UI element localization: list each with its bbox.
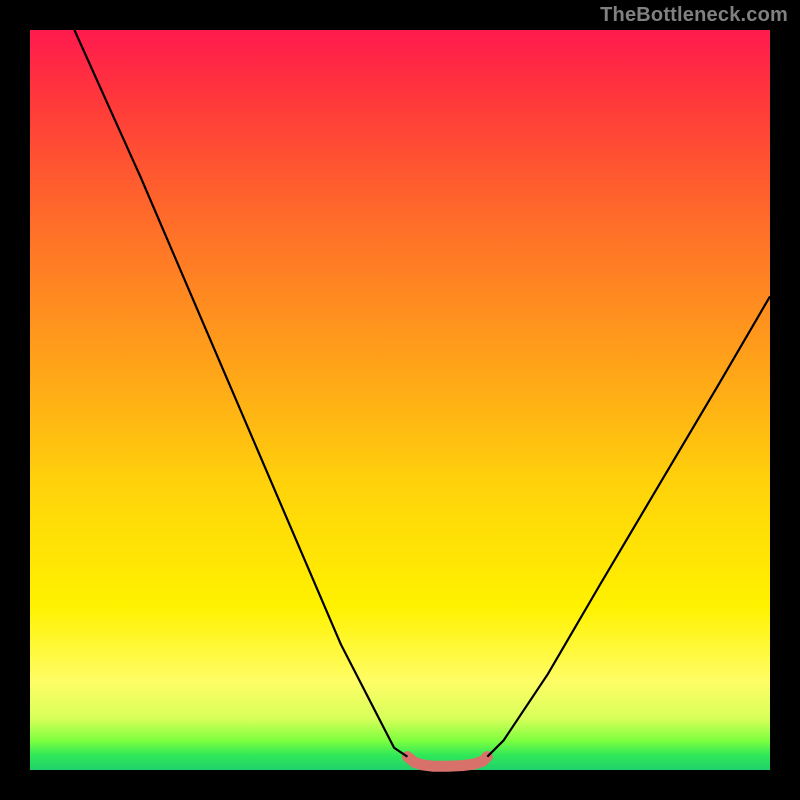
watermark-label: TheBottleneck.com (600, 4, 788, 27)
plot-area (30, 30, 770, 770)
chart-frame: TheBottleneck.com (0, 0, 800, 800)
flat-bottom-highlight (407, 757, 487, 767)
chart-svg (30, 30, 770, 770)
left-curve (74, 30, 407, 757)
right-curve (487, 296, 770, 756)
